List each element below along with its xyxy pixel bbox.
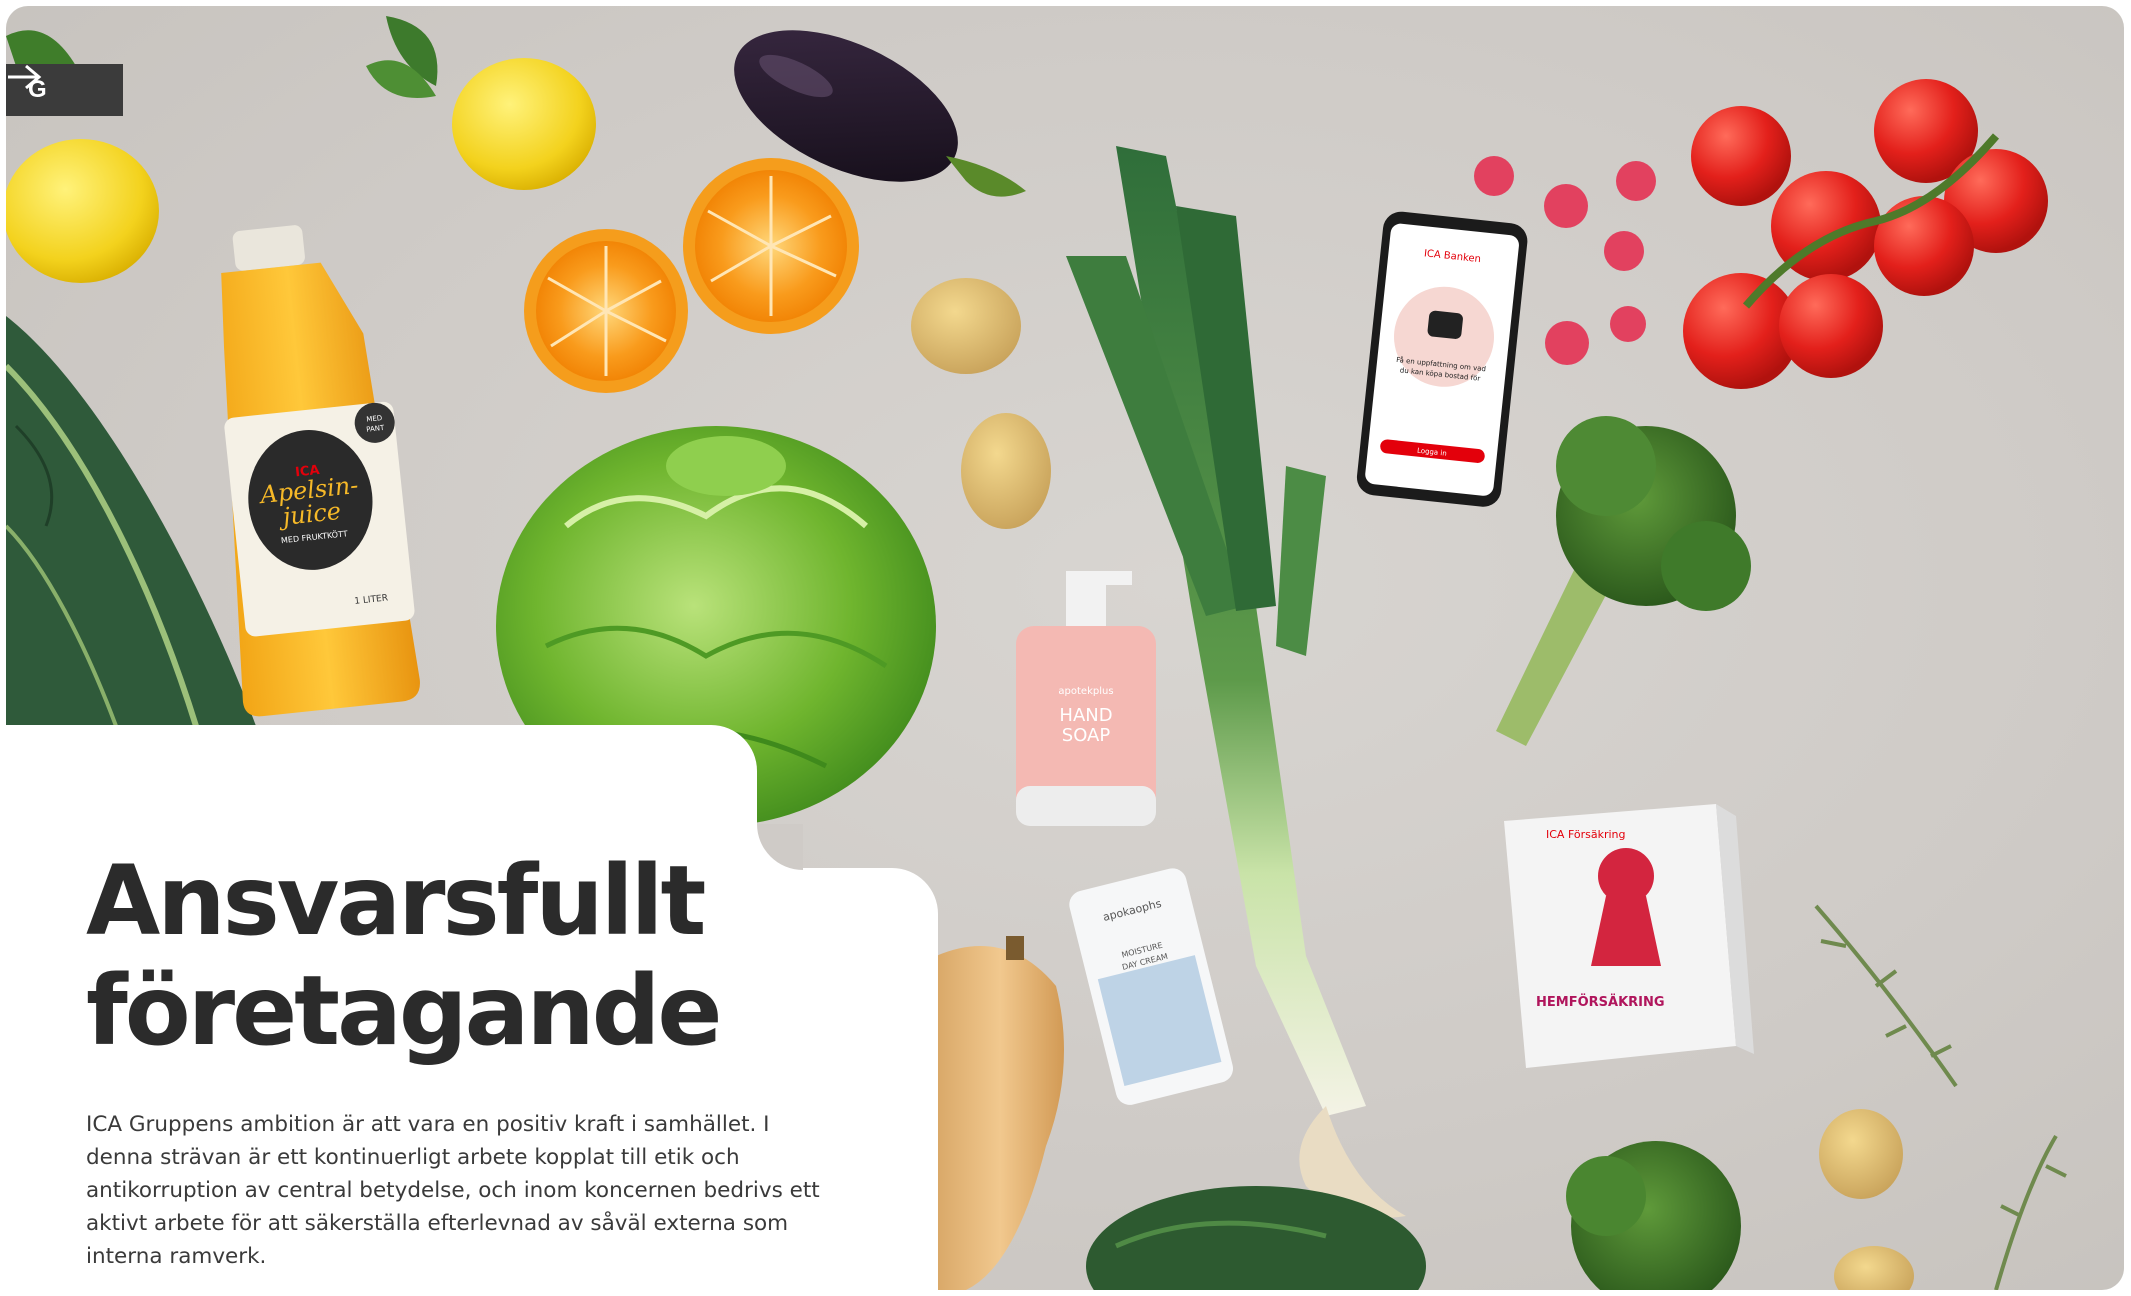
svg-text:apotekplus: apotekplus	[1058, 686, 1113, 697]
svg-text:MED: MED	[366, 414, 383, 424]
svg-text:ICA Försäkring: ICA Försäkring	[1546, 828, 1626, 841]
kale-left	[6, 316, 256, 727]
svg-text:SOAP: SOAP	[1062, 725, 1111, 746]
juice-bottle: ICA Apelsin- juice MED FRUKTKÖTT MED PAN…	[221, 225, 420, 717]
page: ICA Apelsin- juice MED FRUKTKÖTT MED PAN…	[0, 0, 2131, 1296]
svg-text:HEMFÖRSÄKRING: HEMFÖRSÄKRING	[1536, 994, 1665, 1010]
page-title-line2: företagande	[86, 955, 723, 1067]
hand-soap: apotekplus HAND SOAP	[1016, 571, 1156, 826]
orange-halves	[524, 158, 859, 393]
phone: ICA Banken Få en uppfattning om vad du k…	[1356, 211, 1528, 507]
butternut-squash	[936, 936, 1064, 1290]
insurance-box: ICA Försäkring HEMFÖRSÄKRING	[1504, 804, 1754, 1068]
svg-text:HAND: HAND	[1059, 705, 1112, 726]
rosemary	[1814, 904, 2067, 1290]
page-title-line1: Ansvarsfullt	[86, 845, 706, 957]
nav-next-button[interactable]: G	[6, 64, 123, 116]
page-title: Ansvarsfullt företagande	[86, 846, 846, 1066]
tomatoes	[1683, 79, 2048, 389]
lemon-top	[366, 16, 596, 190]
broccoli-right	[1496, 416, 1751, 746]
arrow-right-icon	[8, 64, 42, 90]
broccoli-bottom	[1566, 1141, 1741, 1290]
intro-paragraph: ICA Gruppens ambition är att vara en pos…	[86, 1112, 820, 1269]
cream-tube: apokaophs MOISTURE DAY CREAM	[1069, 868, 1234, 1105]
